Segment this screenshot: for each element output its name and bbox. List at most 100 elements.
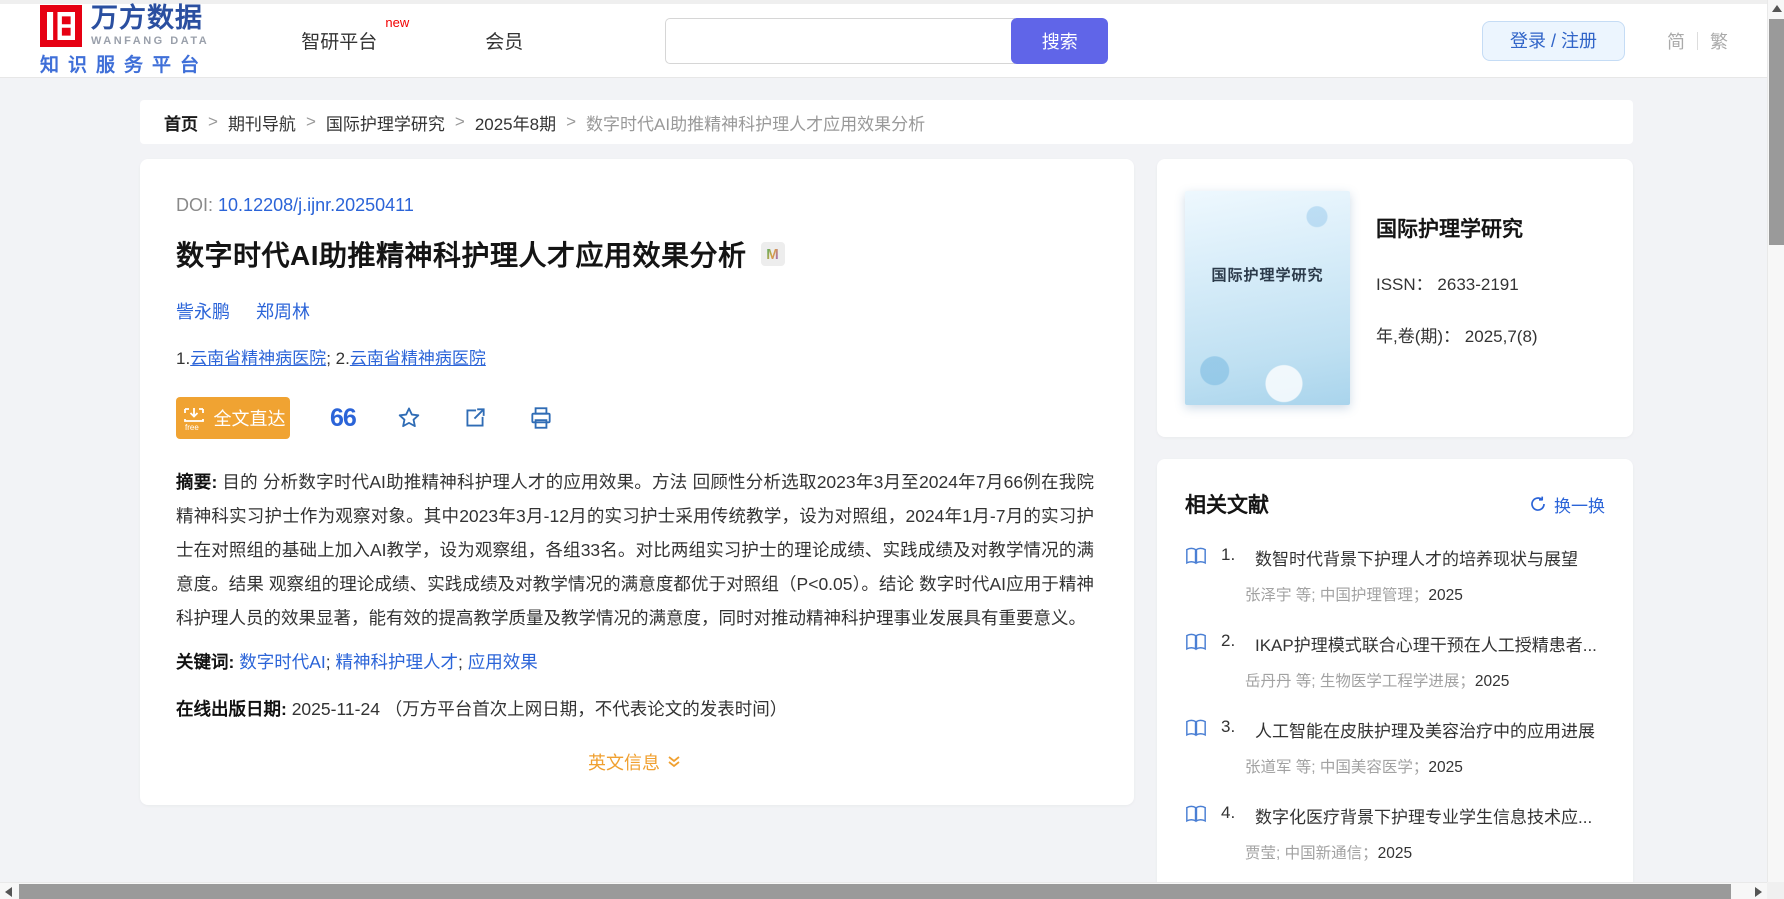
keyword-link[interactable]: 数字时代AI (239, 652, 326, 672)
related-item-meta: 岳丹丹 等; 生物医学工程学进展；2025 (1245, 673, 1510, 690)
page-body: 首页 > 期刊导航 > 国际护理学研究 > 2025年8期 > 数字时代AI助推… (140, 78, 1633, 899)
affiliation-separator: ; (326, 349, 331, 368)
breadcrumb-separator: > (566, 112, 577, 131)
right-sidebar: 国际护理学研究 国际护理学研究 ISSN： 2633-2191 年,卷(期)： … (1157, 159, 1633, 899)
print-icon[interactable] (528, 405, 554, 431)
doi-row: DOI: 10.12208/j.ijnr.20250411 (176, 195, 1094, 216)
pubdate-label: 在线出版日期: (176, 699, 287, 719)
related-item-meta: 张道军 等; 中国美容医学；2025 (1245, 759, 1463, 776)
author-link[interactable]: 郑周林 (256, 298, 310, 324)
brand-name-cn: 万方数据 (91, 2, 203, 33)
breadcrumb-issue[interactable]: 2025年8期 (475, 110, 556, 135)
free-download-icon: free (183, 408, 204, 431)
article-card: DOI: 10.12208/j.ijnr.20250411 数字时代AI助推精神… (140, 159, 1134, 805)
keywords-row: 关键词: 数字时代AI; 精神科护理人才; 应用效果 (176, 649, 1094, 674)
brand-name-en: WANFANG DATA (91, 34, 210, 47)
related-item: 4. 数字化医疗背景下护理专业学生信息技术应... 贾莹; 中国新通信；2025 (1185, 803, 1605, 863)
nav-item-member[interactable]: 会员 (485, 27, 523, 54)
keyword-separator: ; (325, 652, 331, 672)
affiliation-num: 2. (335, 349, 350, 368)
related-item-link[interactable]: 1. 数智时代背景下护理人才的培养现状与展望 (1185, 545, 1605, 570)
related-item-link[interactable]: 2. IKAP护理模式联合心理干预在人工授精患者... (1185, 631, 1605, 656)
affiliation-num: 1. (176, 349, 191, 368)
breadcrumb-journal-nav[interactable]: 期刊导航 (228, 110, 296, 135)
lang-simplified[interactable]: 简 (1667, 28, 1685, 54)
scrollbar-corner (1767, 882, 1784, 899)
breadcrumb-journal[interactable]: 国际护理学研究 (326, 110, 445, 135)
wanfang-logo[interactable]: 万方数据 WANFANG DATA 知识服务平台 (40, 2, 210, 77)
breadcrumb-separator: > (305, 112, 316, 131)
breadcrumb-home[interactable]: 首页 (164, 110, 198, 135)
journal-name[interactable]: 国际护理学研究 (1376, 213, 1538, 243)
page: 万方数据 WANFANG DATA 知识服务平台 智研平台 new 会员 搜索 … (0, 0, 1784, 899)
breadcrumb-separator: > (208, 112, 218, 131)
authors-row: 訾永鹏 郑周林 (176, 298, 1094, 324)
lang-traditional[interactable]: 繁 (1710, 28, 1728, 54)
english-info-toggle[interactable]: 英文信息 (588, 749, 682, 775)
language-switcher: 简 繁 (1667, 28, 1728, 54)
doi-label: DOI: (176, 195, 214, 215)
pubdate-value: 2025-11-24 (291, 699, 380, 719)
refresh-related-button[interactable]: 换一换 (1529, 492, 1605, 517)
search-button[interactable]: 搜索 (1011, 17, 1109, 64)
related-item-meta: 贾莹; 中国新通信；2025 (1245, 845, 1413, 862)
affiliation-link[interactable]: 云南省精神病医院 (350, 349, 486, 368)
vertical-scroll-thumb[interactable] (1769, 19, 1784, 245)
lang-divider (1697, 31, 1698, 50)
book-icon (1186, 805, 1206, 823)
header: 万方数据 WANFANG DATA 知识服务平台 智研平台 new 会员 搜索 … (0, 4, 1784, 78)
search-bar: 搜索 (665, 17, 1109, 64)
abstract: 摘要: 目的 分析数字时代AI助推精神科护理人才的应用效果。方法 回顾性分析选取… (176, 465, 1094, 635)
cite-icon[interactable]: 66 (330, 405, 357, 431)
doi-link[interactable]: 10.12208/j.ijnr.20250411 (218, 195, 414, 215)
new-badge: new (385, 15, 410, 30)
breadcrumb: 首页 > 期刊导航 > 国际护理学研究 > 2025年8期 > 数字时代AI助推… (140, 100, 1633, 144)
wanfang-logo-icon (40, 4, 82, 47)
login-register-button[interactable]: 登录 / 注册 (1481, 20, 1625, 61)
main-nav: 智研平台 new 会员 (301, 15, 523, 54)
header-right: 登录 / 注册 简 繁 (1481, 20, 1728, 61)
breadcrumb-separator: > (454, 112, 465, 131)
brand-tagline: 知识服务平台 (40, 54, 209, 76)
related-item-link[interactable]: 4. 数字化医疗背景下护理专业学生信息技术应... (1185, 803, 1605, 828)
pubdate-note: （万方平台首次上网日期，不代表论文的发表时间） (384, 699, 788, 719)
related-item: 2. IKAP护理模式联合心理干预在人工授精患者... 岳丹丹 等; 生物医学工… (1185, 631, 1605, 691)
share-icon[interactable] (462, 405, 488, 431)
nav-item-zhiyan-platform[interactable]: 智研平台 new (301, 15, 409, 54)
keyword-link[interactable]: 应用效果 (468, 652, 538, 672)
book-icon (1186, 719, 1206, 737)
keyword-separator: ; (458, 652, 463, 672)
scroll-up-arrow[interactable] (1772, 5, 1782, 12)
article-actions: free 全文直达 66 (176, 397, 1094, 439)
article-title: 数字时代AI助推精神科护理人才应用效果分析 (176, 240, 747, 271)
breadcrumb-current: 数字时代AI助推精神科护理人才应用效果分析 (586, 114, 926, 134)
favorite-star-icon[interactable] (396, 405, 422, 431)
m-badge-icon[interactable]: M (760, 242, 785, 266)
search-input[interactable] (665, 17, 1016, 64)
affiliations-row: 1.云南省精神病医院; 2.云南省精神病医院 (176, 344, 1094, 369)
horizontal-scroll-thumb[interactable] (19, 884, 1731, 899)
fulltext-access-button[interactable]: free 全文直达 (176, 397, 290, 439)
author-link[interactable]: 訾永鹏 (176, 298, 230, 324)
abstract-text: 目的 分析数字时代AI助推精神科护理人才的应用效果。方法 回顾性分析选取2023… (176, 472, 1094, 628)
horizontal-scrollbar[interactable] (0, 882, 1767, 899)
related-item: 3. 人工智能在皮肤护理及美容治疗中的应用进展 张道军 等; 中国美容医学；20… (1185, 717, 1605, 777)
book-icon (1186, 633, 1206, 651)
related-literature-card: 相关文献 换一换 1. 数智时代背景下护理人才的培养现状与展望 张泽宇 等; 中… (1157, 459, 1633, 899)
keyword-link[interactable]: 精神科护理人才 (336, 652, 459, 672)
abstract-label: 摘要: (176, 472, 218, 492)
related-item-link[interactable]: 3. 人工智能在皮肤护理及美容治疗中的应用进展 (1185, 717, 1605, 742)
journal-cover[interactable]: 国际护理学研究 (1185, 191, 1350, 405)
keywords-label: 关键词: (176, 652, 235, 672)
journal-volume: 年,卷(期)： 2025,7(8) (1376, 327, 1538, 346)
journal-card: 国际护理学研究 国际护理学研究 ISSN： 2633-2191 年,卷(期)： … (1157, 159, 1633, 437)
refresh-icon (1531, 496, 1545, 511)
scroll-right-arrow[interactable] (1755, 887, 1762, 897)
related-item: 1. 数智时代背景下护理人才的培养现状与展望 张泽宇 等; 中国护理管理；202… (1185, 545, 1605, 605)
affiliation-link[interactable]: 云南省精神病医院 (190, 349, 326, 368)
vertical-scrollbar[interactable] (1767, 0, 1784, 899)
publication-date-row: 在线出版日期: 2025-11-24 （万方平台首次上网日期，不代表论文的发表时… (176, 696, 1094, 721)
double-chevron-down-icon (668, 756, 680, 768)
scroll-left-arrow[interactable] (5, 887, 12, 897)
journal-cover-title: 国际护理学研究 (1211, 266, 1324, 284)
